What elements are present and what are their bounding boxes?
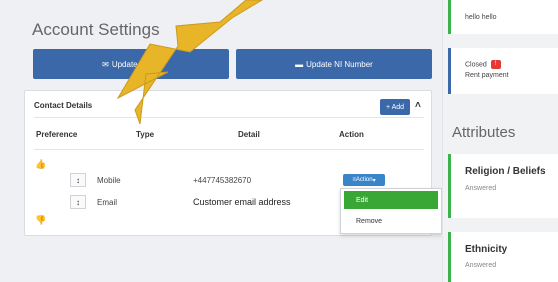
alert-icon: ! xyxy=(490,60,501,69)
note-2-status: Closed xyxy=(465,61,487,69)
chevron-up-icon[interactable]: ˄ xyxy=(415,100,421,111)
col-detail: Detail xyxy=(238,130,260,139)
col-action: Action xyxy=(339,130,364,139)
note-card-2[interactable]: Closed ! Rent payment xyxy=(448,48,558,94)
row-action-button[interactable]: ≡ Action ▾ xyxy=(343,174,385,186)
ethnicity-title: Ethnicity xyxy=(465,244,508,255)
main-panel: Account Settings ✉ Update Email ▬ Update… xyxy=(0,0,442,282)
drag-handle-icon[interactable]: ↕ xyxy=(70,173,86,187)
note-2-text: Rent payment xyxy=(465,72,509,79)
religion-title: Religion / Beliefs xyxy=(465,166,546,177)
row-mobile-detail: +447745382670 xyxy=(193,176,252,185)
table-header-divider xyxy=(34,149,424,150)
menu-item-remove[interactable]: Remove xyxy=(356,218,382,225)
id-card-icon: ▬ xyxy=(295,59,304,69)
add-contact-button[interactable]: + Add xyxy=(380,99,410,115)
update-ni-label: Update NI Number xyxy=(306,59,373,69)
update-email-label: Update Email xyxy=(111,59,160,69)
row-email-detail: Customer email address xyxy=(193,197,291,207)
envelope-icon: ✉ xyxy=(102,59,109,69)
thumbs-up-icon[interactable]: 👍 xyxy=(35,159,46,170)
action-dropdown-menu: Edit Remove xyxy=(340,188,442,234)
row-email-type: Email xyxy=(97,198,118,207)
ethnicity-card[interactable]: Ethnicity Answered xyxy=(448,232,558,282)
note-2-status-line: Closed ! xyxy=(465,60,501,69)
religion-card[interactable]: Religion / Beliefs Answered xyxy=(448,154,558,218)
drag-handle-icon[interactable]: ↕ xyxy=(70,195,86,209)
row-mobile-type: Mobile xyxy=(97,176,121,185)
header-divider xyxy=(34,117,424,118)
menu-item-edit[interactable]: Edit xyxy=(344,191,438,209)
col-preference: Preference xyxy=(36,130,78,139)
account-settings-title: Account Settings xyxy=(32,20,160,39)
row-action-label: Action xyxy=(355,177,373,183)
update-ni-button[interactable]: ▬ Update NI Number xyxy=(236,49,432,79)
attributes-title: Attributes xyxy=(452,124,516,141)
col-type: Type xyxy=(136,130,155,139)
update-email-button[interactable]: ✉ Update Email xyxy=(33,49,229,79)
caret-down-icon: ▾ xyxy=(372,177,376,184)
contact-details-title: Contact Details xyxy=(34,101,93,110)
ethnicity-status: Answered xyxy=(465,262,497,269)
thumbs-down-icon[interactable]: 👎 xyxy=(35,215,46,226)
religion-status: Answered xyxy=(465,185,497,192)
note-1-text: hello hello xyxy=(465,14,497,21)
note-card-1[interactable]: hello hello xyxy=(448,0,558,34)
